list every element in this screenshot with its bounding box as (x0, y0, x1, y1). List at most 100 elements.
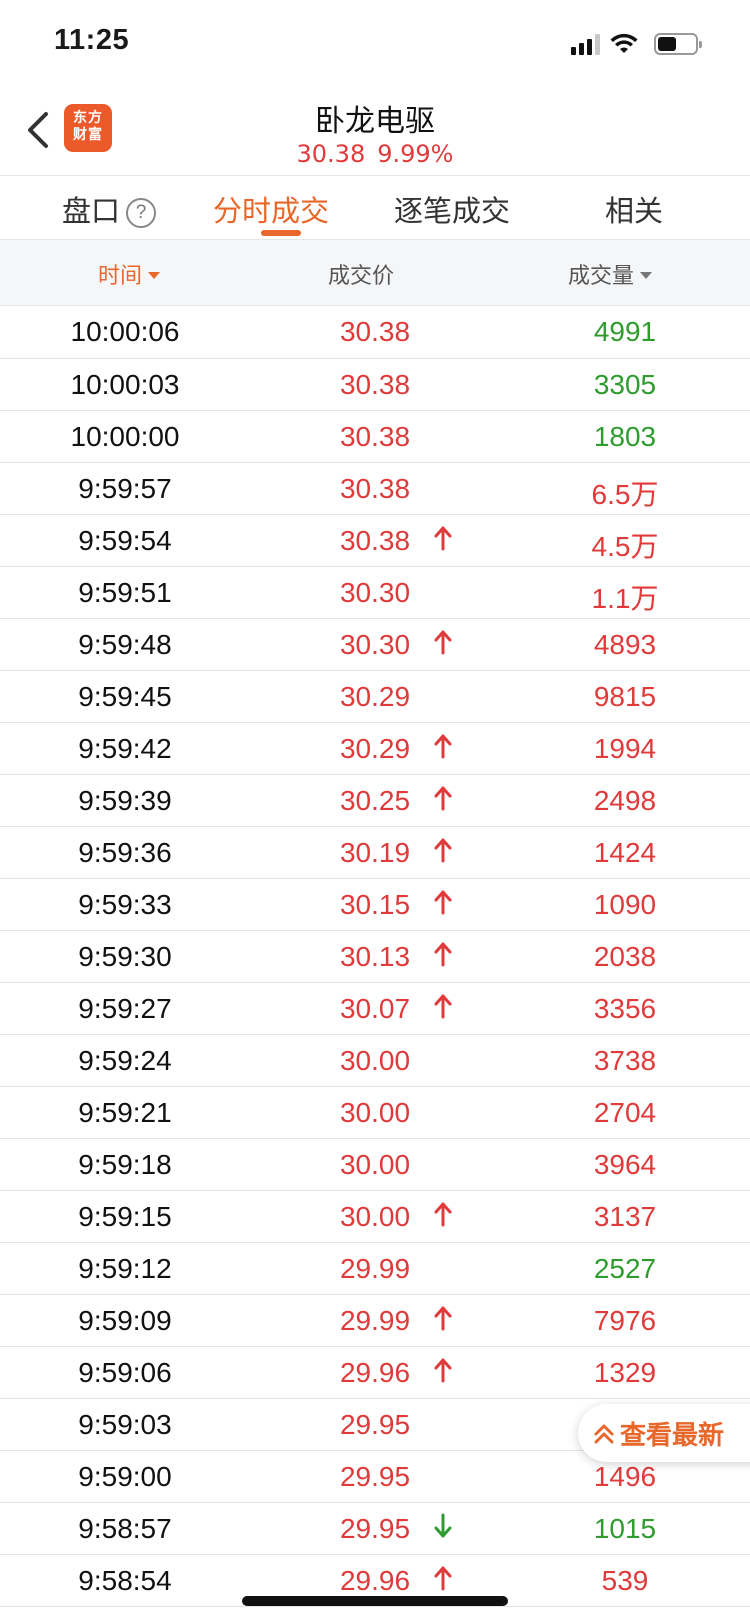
trade-time: 9:59:57 (78, 473, 172, 504)
sort-down-icon (148, 272, 161, 279)
trade-price: 30.38 (339, 421, 411, 452)
trade-volume: 4.5万 (591, 531, 659, 562)
trade-row: 9:58:57 29.95 1015 (0, 1503, 750, 1555)
trade-volume: 539 (601, 1565, 649, 1596)
trade-price: 30.00 (339, 1045, 411, 1076)
trade-row: 9:59:15 30.00 3137 (0, 1191, 750, 1243)
tab-time-sharing-trades[interactable]: 分时成交 (213, 188, 329, 230)
status-icons (571, 32, 702, 56)
trade-time: 9:58:57 (78, 1513, 172, 1544)
trade-price: 29.96 (339, 1357, 411, 1388)
volume-column-label: 成交量 (568, 264, 635, 289)
trade-volume: 2498 (593, 785, 657, 816)
trade-price: 30.19 (339, 837, 411, 868)
stock-change-pct: 9.99% (377, 140, 454, 168)
arrow-up-icon (430, 1565, 456, 1598)
trade-time: 9:59:06 (78, 1357, 172, 1388)
question-circle-icon[interactable]: ? (126, 198, 157, 228)
trade-price: 30.00 (339, 1149, 411, 1180)
trade-time: 10:00:00 (70, 421, 180, 452)
trade-time: 10:00:03 (70, 369, 180, 400)
trade-price: 30.00 (339, 1097, 411, 1128)
trade-row: 9:59:45 30.29 9815 (0, 671, 750, 723)
arrow-down-icon (430, 1513, 456, 1546)
tab-label: 盘口 (62, 194, 121, 228)
time-column-label: 时间 (98, 264, 143, 289)
trade-price: 29.96 (339, 1565, 411, 1596)
trade-time: 9:59:27 (78, 993, 172, 1024)
trade-row: 9:59:42 30.29 1994 (0, 723, 750, 775)
trade-price: 30.38 (339, 473, 411, 504)
trade-price: 29.95 (339, 1409, 411, 1440)
trade-time: 9:59:09 (78, 1305, 172, 1336)
trade-row: 9:59:54 30.38 4.5万 (0, 515, 750, 567)
stock-name: 卧龙电驱 (315, 104, 435, 139)
trade-volume: 2704 (593, 1097, 657, 1128)
trade-time: 9:59:39 (78, 785, 172, 816)
sort-down-icon (640, 272, 653, 279)
trade-price: 30.30 (339, 577, 411, 608)
trade-row: 9:59:12 29.99 2527 (0, 1243, 750, 1295)
view-latest-button[interactable]: 查看最新 (578, 1404, 750, 1462)
arrow-up-icon (430, 733, 456, 766)
trade-price: 30.30 (339, 629, 411, 660)
trade-price: 30.29 (339, 681, 411, 712)
arrow-up-icon (430, 889, 456, 922)
trade-price: 30.38 (339, 525, 411, 556)
trade-row: 9:59:18 30.00 3964 (0, 1139, 750, 1191)
trade-row: 9:59:39 30.25 2498 (0, 775, 750, 827)
tab-pankou[interactable]: 盘口? (62, 188, 157, 230)
trade-volume: 4893 (593, 629, 657, 660)
trade-row: 10:00:06 30.38 4991 (0, 306, 750, 359)
trade-row: 9:59:48 30.30 4893 (0, 619, 750, 671)
trade-time: 9:59:45 (78, 681, 172, 712)
wifi-icon (610, 33, 638, 53)
trade-volume: 1994 (593, 733, 657, 764)
trade-time: 9:59:48 (78, 629, 172, 660)
tab-tick-trades[interactable]: 逐笔成交 (394, 188, 510, 230)
volume-column-sort[interactable]: 成交量 (568, 258, 653, 290)
trade-price: 29.99 (339, 1253, 411, 1284)
time-column-sort[interactable]: 时间 (98, 258, 161, 290)
active-tab-indicator (261, 230, 301, 236)
trade-row: 10:00:00 30.38 1803 (0, 411, 750, 463)
trade-price: 29.95 (339, 1513, 411, 1544)
trade-volume: 3305 (593, 369, 657, 400)
trade-time: 9:58:54 (78, 1565, 172, 1596)
trade-time: 9:59:03 (78, 1409, 172, 1440)
arrow-up-icon (430, 1201, 456, 1234)
trade-volume: 1329 (593, 1357, 657, 1388)
trade-row: 9:59:57 30.38 6.5万 (0, 463, 750, 515)
stock-quote: 30.38 9.99% (0, 140, 750, 168)
stock-price: 30.38 (296, 140, 366, 168)
arrow-up-icon (430, 837, 456, 870)
trade-volume: 2038 (593, 941, 657, 972)
price-column-header: 成交价 (328, 264, 395, 289)
trade-volume: 2527 (593, 1253, 657, 1284)
trade-time: 9:59:30 (78, 941, 172, 972)
arrow-up-icon (430, 1305, 456, 1338)
trade-price: 30.13 (339, 941, 411, 972)
trade-volume: 9815 (593, 681, 657, 712)
arrow-up-icon (430, 941, 456, 974)
stock-header: 东方 财富 卧龙电驱 30.38 9.99% (0, 90, 750, 176)
trade-volume: 1496 (593, 1461, 657, 1492)
trade-volume: 1090 (593, 889, 657, 920)
trade-row: 9:59:06 29.96 1329 (0, 1347, 750, 1399)
trade-row: 10:00:03 30.38 3305 (0, 359, 750, 411)
trade-row: 9:59:36 30.19 1424 (0, 827, 750, 879)
arrow-up-icon (430, 993, 456, 1026)
status-bar: 11:25 (0, 0, 750, 90)
trade-price: 30.25 (339, 785, 411, 816)
trade-price: 30.38 (339, 316, 411, 347)
trade-time: 9:59:18 (78, 1149, 172, 1180)
trade-time: 9:59:51 (78, 577, 172, 608)
arrow-up-icon (430, 629, 456, 662)
view-latest-label: 查看最新 (620, 1420, 725, 1451)
trade-price: 29.99 (339, 1305, 411, 1336)
trade-time: 9:59:12 (78, 1253, 172, 1284)
arrow-up-icon (430, 785, 456, 818)
tab-related[interactable]: 相关 (605, 188, 663, 230)
trade-row: 9:59:21 30.00 2704 (0, 1087, 750, 1139)
trade-time: 9:59:42 (78, 733, 172, 764)
